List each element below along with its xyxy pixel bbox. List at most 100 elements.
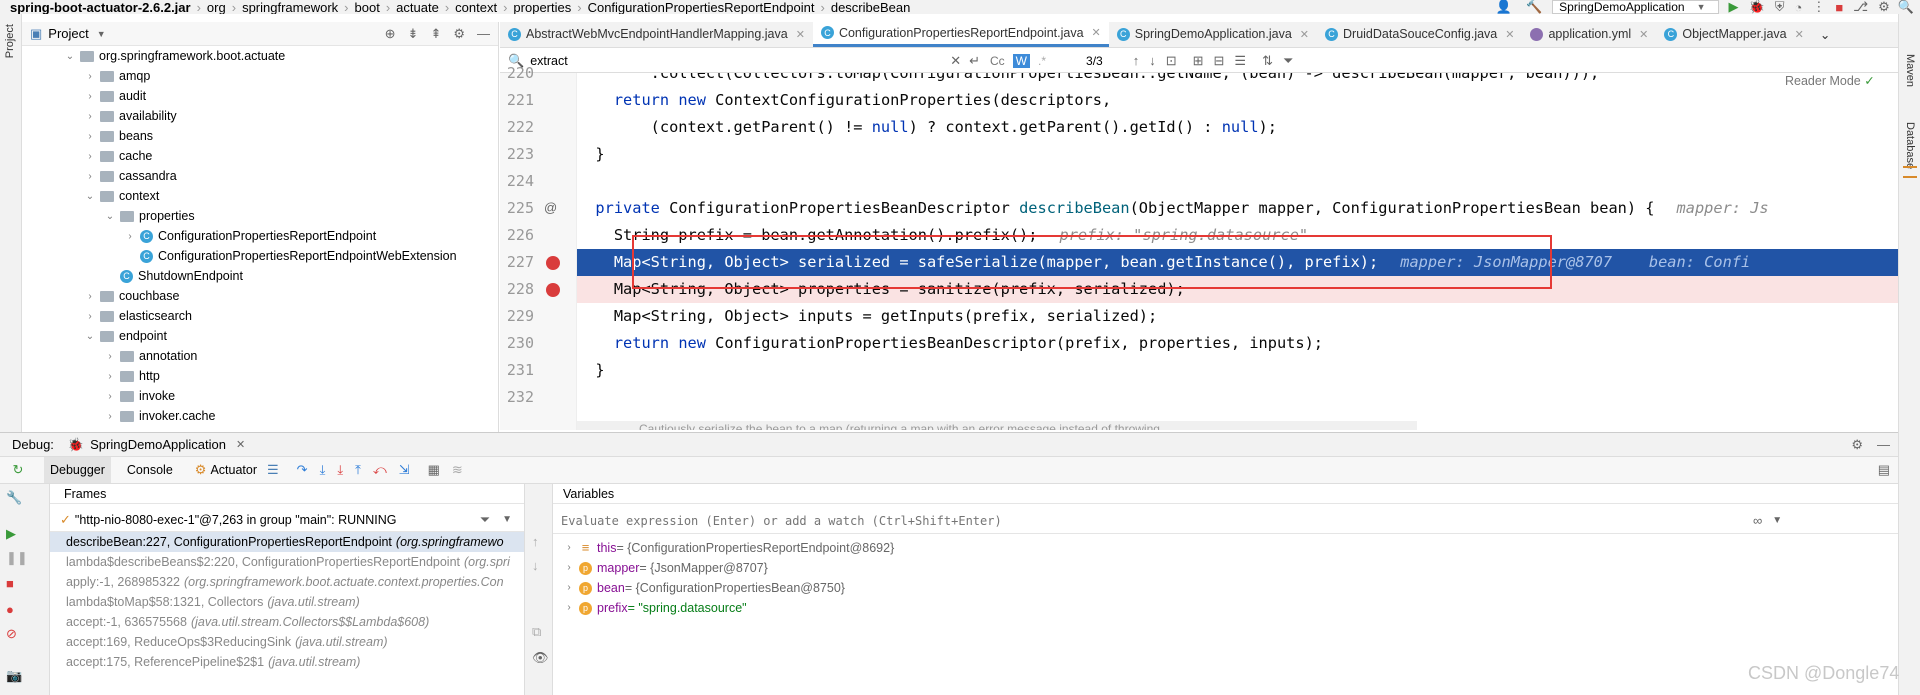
trace-icon[interactable]: ≋ bbox=[452, 462, 463, 478]
variable-row[interactable]: › p prefix = "spring.datasource" bbox=[553, 598, 1898, 618]
chevron-right-icon[interactable]: › bbox=[84, 91, 96, 102]
search-everywhere-icon[interactable]: 🔍 bbox=[1898, 0, 1914, 14]
breadcrumb-actuate[interactable]: actuate bbox=[396, 0, 439, 14]
filter-icon[interactable]: ⏷ bbox=[1283, 53, 1293, 69]
project-panel-title[interactable]: Project bbox=[48, 26, 88, 41]
tree-item[interactable]: › invoke bbox=[22, 386, 498, 406]
tab-actuator[interactable]: Actuator bbox=[210, 463, 257, 477]
frame-row[interactable]: lambda$toMap$58:1321, Collectors (java.ut… bbox=[50, 592, 524, 612]
code-line[interactable]: } bbox=[577, 357, 604, 384]
chevron-down-icon[interactable]: ▼ bbox=[502, 514, 512, 525]
close-icon[interactable]: ✕ bbox=[236, 438, 245, 451]
menu-icon[interactable]: ☰ bbox=[267, 462, 279, 478]
chevron-down-icon[interactable]: ⌄ bbox=[84, 191, 96, 202]
variable-row[interactable]: › p bean = {ConfigurationPropertiesBean@87… bbox=[553, 578, 1898, 598]
debug-session-tab[interactable]: SpringDemoApplication bbox=[90, 437, 226, 452]
collapse-all-icon[interactable]: ⇟ bbox=[408, 26, 419, 42]
copy-stack-icon[interactable]: ⧉ bbox=[532, 624, 541, 640]
code-line[interactable]: return new ContextConfigurationPropertie… bbox=[577, 87, 1111, 114]
thread-selector[interactable]: ✓ "http-nio-8080-exec-1"@7,263 in group … bbox=[50, 508, 524, 532]
frame-row[interactable]: accept:169, ReduceOps$3ReducingSink (java… bbox=[50, 632, 524, 652]
add-occurrence-icon[interactable]: ⊞ bbox=[1193, 53, 1204, 69]
chevron-right-icon[interactable]: › bbox=[104, 371, 116, 382]
tab-debugger[interactable]: Debugger bbox=[44, 457, 111, 483]
tree-item[interactable]: › couchbase bbox=[22, 286, 498, 306]
step-out-icon[interactable]: ⤒ bbox=[355, 462, 361, 478]
run-icon[interactable]: ▶ bbox=[1729, 0, 1739, 14]
breadcrumb-method[interactable]: describeBean bbox=[831, 0, 911, 14]
debug-icon[interactable]: 🐞 bbox=[1749, 0, 1765, 14]
mute-breakpoints-icon[interactable]: ⊘ bbox=[6, 626, 17, 642]
frame-row[interactable]: accept:-1, 636575568 (java.util.stream.Co… bbox=[50, 612, 524, 632]
chevron-down-icon[interactable]: ▼ bbox=[97, 29, 106, 39]
tree-item[interactable]: ⌄ context bbox=[22, 186, 498, 206]
view-breakpoints-icon[interactable]: ● bbox=[6, 602, 14, 617]
eye-icon[interactable]: 👁 bbox=[532, 650, 549, 666]
select-all-icon[interactable]: ☰ bbox=[1234, 53, 1246, 69]
chevron-down-icon[interactable]: ⌄ bbox=[104, 211, 116, 222]
regex-toggle[interactable]: .* bbox=[1038, 54, 1046, 68]
tree-item[interactable]: › amqp bbox=[22, 66, 498, 86]
layout-icon[interactable]: ▤ bbox=[1878, 462, 1890, 478]
project-tool-tab[interactable]: Project bbox=[4, 24, 16, 58]
close-icon[interactable]: ✕ bbox=[1300, 28, 1309, 41]
chevron-right-icon[interactable]: › bbox=[563, 538, 575, 558]
resume-icon[interactable]: ▶ bbox=[6, 526, 16, 542]
code-line[interactable]: } bbox=[577, 141, 604, 168]
reader-mode-link[interactable]: Reader Mode ✓ bbox=[1781, 73, 1879, 88]
tree-item[interactable]: › annotation bbox=[22, 346, 498, 366]
tree-item[interactable]: ⌄ endpoint bbox=[22, 326, 498, 346]
run-to-cursor-icon[interactable]: ⇲ bbox=[399, 462, 410, 478]
tab-console[interactable]: Console bbox=[127, 463, 173, 477]
close-icon[interactable]: ✕ bbox=[1092, 26, 1101, 39]
database-tool-tab[interactable]: Database bbox=[1904, 122, 1916, 169]
hammer-icon[interactable]: 🔨 bbox=[1526, 0, 1542, 14]
code-line[interactable]: private ConfigurationPropertiesBeanDescr… bbox=[577, 195, 1768, 222]
stop-icon[interactable]: ■ bbox=[6, 576, 14, 591]
pause-icon[interactable]: ❚❚ bbox=[6, 550, 28, 566]
find-input[interactable] bbox=[530, 53, 951, 68]
frame-row[interactable]: describeBean:227, ConfigurationPropertie… bbox=[50, 532, 524, 552]
close-icon[interactable]: ✕ bbox=[1639, 28, 1648, 41]
code-line[interactable]: (context.getParent() != null) ? context.… bbox=[577, 114, 1277, 141]
tree-item[interactable]: › C ConfigurationPropertiesReportEndpoint bbox=[22, 226, 498, 246]
step-over-icon[interactable]: ↷ bbox=[297, 462, 308, 478]
select-all-occurrences-icon[interactable]: ⊡ bbox=[1166, 53, 1177, 69]
editor-tab[interactable]: C ObjectMapper.java ✕ bbox=[1656, 22, 1811, 47]
editor-gutter[interactable]: 220 221 222 223 224 225 226 227 228 229 230 231 232 … bbox=[500, 64, 577, 430]
tree-item[interactable]: › http bbox=[22, 366, 498, 386]
tree-item[interactable]: ⌄ properties bbox=[22, 206, 498, 226]
chevron-right-icon[interactable]: › bbox=[563, 558, 575, 578]
tree-item[interactable]: › beans bbox=[22, 126, 498, 146]
editor-tab[interactable]: C AbstractWebMvcEndpointHandlerMapping.ja… bbox=[500, 22, 813, 47]
whole-words-toggle[interactable]: W bbox=[1012, 53, 1030, 68]
variable-row[interactable]: › p mapper = {JsonMapper@8707} bbox=[553, 558, 1898, 578]
user-icon[interactable]: 👤 bbox=[1496, 0, 1512, 14]
chevron-right-icon[interactable]: › bbox=[84, 291, 96, 302]
chevron-right-icon[interactable]: › bbox=[563, 598, 575, 618]
tree-item[interactable]: › invoker.cache bbox=[22, 406, 498, 426]
chevron-right-icon[interactable]: › bbox=[84, 151, 96, 162]
rerun-icon[interactable]: ↻ bbox=[8, 462, 28, 478]
filter-sort-icon[interactable]: ⇅ bbox=[1262, 53, 1273, 69]
tree-item[interactable]: › audit bbox=[22, 86, 498, 106]
hide-icon[interactable]: — bbox=[477, 26, 490, 41]
close-icon[interactable]: ✕ bbox=[796, 28, 805, 41]
breakpoint-icon[interactable] bbox=[546, 256, 560, 270]
gear-icon[interactable]: ⚙ bbox=[1851, 437, 1863, 453]
glasses-icon[interactable]: ∞ bbox=[1753, 513, 1762, 528]
code-line[interactable]: Map<String, Object> inputs = getInputs(p… bbox=[577, 303, 1157, 330]
chevron-right-icon[interactable]: › bbox=[84, 171, 96, 182]
chevron-right-icon[interactable]: › bbox=[84, 71, 96, 82]
tree-item[interactable]: › cassandra bbox=[22, 166, 498, 186]
tree-item[interactable]: C ConfigurationPropertiesReportEndpointWe… bbox=[22, 246, 498, 266]
vcs-icon[interactable]: ⎇ bbox=[1853, 0, 1868, 14]
chevron-right-icon[interactable]: › bbox=[124, 231, 136, 242]
breadcrumb-org[interactable]: org bbox=[207, 0, 226, 14]
editor-tab[interactable]: application.yml ✕ bbox=[1522, 22, 1656, 47]
chevron-down-icon[interactable]: ⌄ bbox=[64, 51, 76, 62]
evaluate-input[interactable] bbox=[553, 513, 1753, 528]
frame-row[interactable]: accept:175, ReferencePipeline$2$1 (java.u… bbox=[50, 652, 524, 672]
arrow-up-icon[interactable]: ↑ bbox=[1133, 53, 1140, 68]
chevron-right-icon[interactable]: › bbox=[104, 391, 116, 402]
